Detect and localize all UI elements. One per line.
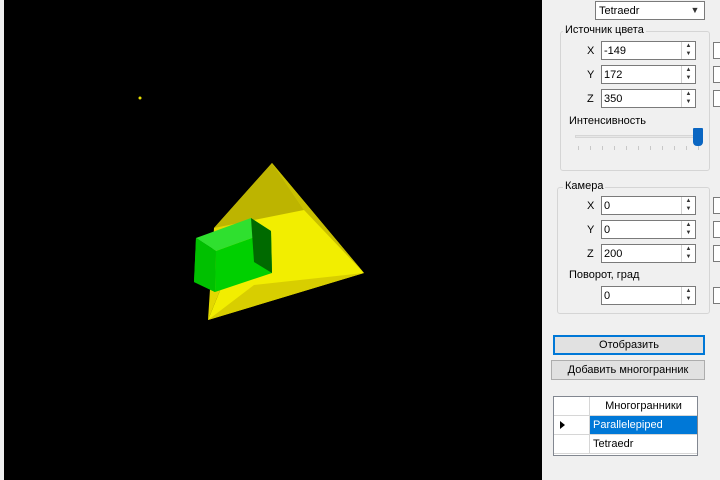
caret-down-icon[interactable]: ▼ — [682, 295, 695, 303]
camera-y-value: 0 — [604, 224, 611, 236]
rotation-input[interactable]: 0 ▲ ▼ — [601, 286, 696, 305]
add-polyhedron-button[interactable]: Добавить многогранник — [551, 360, 705, 380]
light-z-value: 350 — [604, 93, 623, 105]
caret-down-icon[interactable]: ▼ — [682, 50, 695, 58]
clipped-control — [713, 287, 720, 304]
camera-y-input[interactable]: 0 ▲ ▼ — [601, 220, 696, 239]
spinner-buttons: ▲ ▼ — [681, 42, 695, 59]
caret-up-icon[interactable]: ▲ — [682, 42, 695, 50]
light-x-label: X — [587, 45, 595, 57]
light-z-label: Z — [587, 93, 594, 105]
camera-z-label: Z — [587, 248, 594, 260]
intensity-label: Интенсивность — [569, 115, 647, 127]
light-source-legend: Источник цвета — [563, 24, 646, 36]
grid-row-header[interactable] — [554, 435, 590, 454]
row-pointer-icon — [560, 421, 565, 429]
shape-select-value: Tetraedr — [599, 5, 640, 17]
clipped-control — [713, 245, 720, 262]
light-y-label: Y — [587, 69, 595, 81]
light-x-value: -149 — [604, 45, 627, 57]
caret-up-icon[interactable]: ▲ — [682, 197, 695, 205]
polyhedra-grid[interactable]: Многогранники Parallelepiped Tetraedr — [553, 396, 698, 456]
camera-y-label: Y — [587, 224, 595, 236]
camera-x-input[interactable]: 0 ▲ ▼ — [601, 196, 696, 215]
caret-down-icon[interactable]: ▼ — [682, 253, 695, 261]
clipped-control — [713, 66, 720, 83]
caret-up-icon[interactable]: ▲ — [682, 66, 695, 74]
camera-z-value: 200 — [604, 248, 623, 260]
camera-x-label: X — [587, 200, 595, 212]
clipped-control — [713, 197, 720, 214]
scene-canvas — [138, 96, 364, 320]
caret-up-icon[interactable]: ▲ — [682, 221, 695, 229]
caret-down-icon[interactable]: ▼ — [682, 98, 695, 106]
spinner-buttons: ▲ ▼ — [681, 66, 695, 83]
spinner-buttons: ▲ ▼ — [681, 90, 695, 107]
grid-column-header[interactable]: Многогранники — [590, 397, 697, 416]
render-viewport[interactable] — [4, 0, 542, 480]
camera-legend: Камера — [563, 180, 606, 192]
clipped-control — [713, 42, 720, 59]
caret-down-icon[interactable]: ▼ — [682, 229, 695, 237]
spinner-buttons: ▲ ▼ — [681, 221, 695, 238]
light-source-marker — [138, 96, 142, 100]
clipped-control — [713, 221, 720, 238]
clipped-control — [713, 90, 720, 107]
caret-down-icon[interactable]: ▼ — [682, 74, 695, 82]
intensity-slider-ticks — [578, 146, 702, 150]
caret-up-icon[interactable]: ▲ — [682, 287, 695, 295]
light-z-input[interactable]: 350 ▲ ▼ — [601, 89, 696, 108]
caret-down-icon[interactable]: ▼ — [682, 205, 695, 213]
caret-up-icon[interactable]: ▲ — [682, 90, 695, 98]
spinner-buttons: ▲ ▼ — [681, 197, 695, 214]
grid-row-header[interactable] — [554, 416, 590, 435]
caret-up-icon[interactable]: ▲ — [682, 245, 695, 253]
render-button[interactable]: Отобразить — [553, 335, 705, 355]
light-y-value: 172 — [604, 69, 623, 81]
grid-corner-header[interactable] — [554, 397, 590, 416]
intensity-slider-thumb[interactable] — [693, 128, 703, 146]
rotation-label: Поворот, град — [569, 269, 640, 281]
app-window: Tetraedr ▼ Источник цвета X -149 ▲ ▼ Y 1… — [0, 0, 720, 480]
rotation-value: 0 — [604, 290, 611, 302]
camera-x-value: 0 — [604, 200, 611, 212]
grid-cell-polyhedron[interactable]: Parallelepiped — [590, 416, 697, 435]
light-y-input[interactable]: 172 ▲ ▼ — [601, 65, 696, 84]
camera-z-input[interactable]: 200 ▲ ▼ — [601, 244, 696, 263]
grid-cell-polyhedron[interactable]: Tetraedr — [590, 435, 697, 454]
chevron-down-icon[interactable]: ▼ — [688, 4, 702, 17]
spinner-buttons: ▲ ▼ — [681, 245, 695, 262]
shape-select[interactable]: Tetraedr ▼ — [595, 1, 705, 20]
intensity-slider-track[interactable] — [575, 135, 703, 138]
light-x-input[interactable]: -149 ▲ ▼ — [601, 41, 696, 60]
spinner-buttons: ▲ ▼ — [681, 287, 695, 304]
